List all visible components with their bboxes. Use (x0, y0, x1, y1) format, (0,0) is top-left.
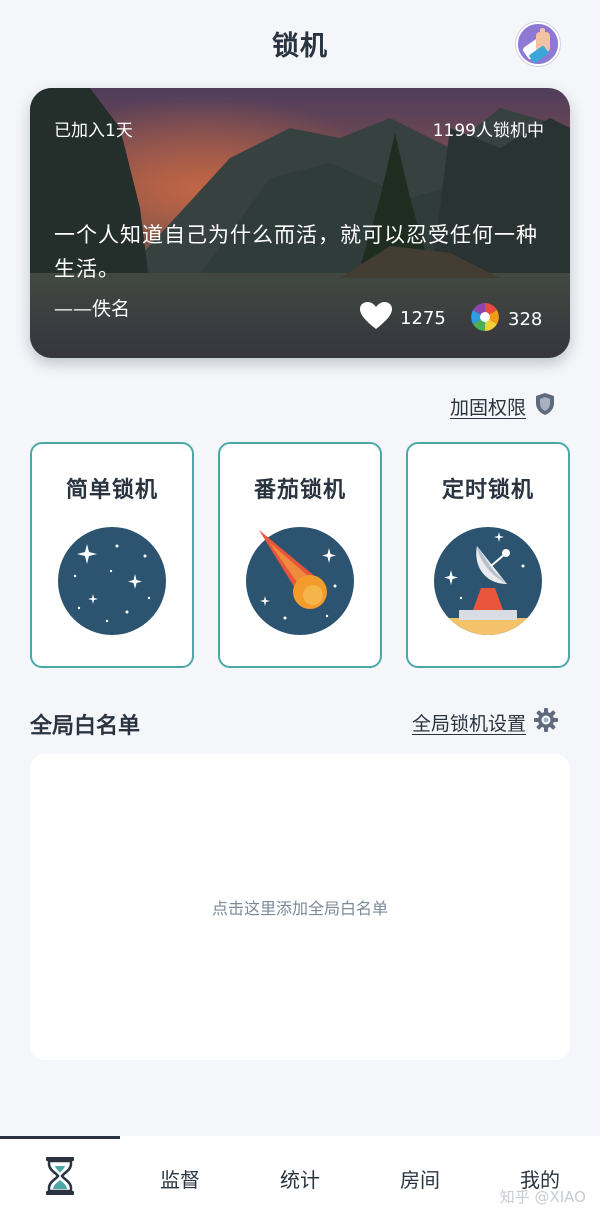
photo-button[interactable]: 328 (470, 302, 542, 337)
aperture-icon (470, 302, 500, 337)
reinforce-permissions-link[interactable]: 加固权限 (450, 392, 556, 421)
card-title: 番茄锁机 (253, 478, 346, 503)
pomodoro-lock-card[interactable]: 番茄锁机 (218, 442, 382, 668)
heart-icon (360, 302, 392, 335)
reinforce-label: 加固权限 (449, 397, 526, 419)
tab-lock[interactable] (0, 1136, 120, 1221)
night-sky-icon (57, 526, 167, 640)
photo-count: 328 (508, 309, 543, 330)
global-lock-settings-link[interactable]: 全局锁机设置 (412, 708, 558, 737)
whitelist-empty-hint: 点击这里添加全局白名单 (211, 899, 388, 918)
online-count: 1199人锁机中 (432, 121, 544, 141)
bottom-tab-bar: 监督 统计 房间 我的 (0, 1136, 600, 1221)
like-button[interactable]: 1275 (360, 302, 446, 335)
card-title: 定时锁机 (441, 478, 534, 503)
tab-mine[interactable]: 我的 (480, 1136, 600, 1221)
hourglass-icon (45, 1156, 75, 1201)
shield-icon (534, 392, 556, 421)
watermark: 知乎 @XIAO (499, 1188, 586, 1206)
quote-text: 一个人知道自己为什么而活，就可以忍受任何一种生活。 (54, 223, 538, 281)
satellite-dish-icon (433, 526, 543, 640)
avatar[interactable] (516, 22, 560, 66)
tab-supervise[interactable]: 监督 (120, 1136, 240, 1221)
page-title: 锁机 (272, 30, 328, 62)
tab-room[interactable]: 房间 (360, 1136, 480, 1221)
card-title: 简单锁机 (65, 478, 158, 503)
whitelist-box[interactable]: 点击这里添加全局白名单 (30, 754, 570, 1060)
simple-lock-card[interactable]: 简单锁机 (30, 442, 194, 668)
app-header: 锁机 (0, 0, 600, 86)
global-settings-label: 全局锁机设置 (411, 713, 526, 735)
comet-icon (245, 526, 355, 640)
like-count: 1275 (400, 308, 446, 329)
tab-statistics[interactable]: 统计 (240, 1136, 360, 1221)
quote-author: ——佚名 (54, 298, 131, 320)
whitelist-title: 全局白名单 (30, 714, 141, 739)
joined-days: 已加入1天 (54, 121, 133, 141)
quote-card[interactable]: 已加入1天 1199人锁机中 一个人知道自己为什么而活，就可以忍受任何一种生活。… (30, 88, 570, 358)
timer-lock-card[interactable]: 定时锁机 (406, 442, 570, 668)
gear-icon (534, 708, 558, 737)
